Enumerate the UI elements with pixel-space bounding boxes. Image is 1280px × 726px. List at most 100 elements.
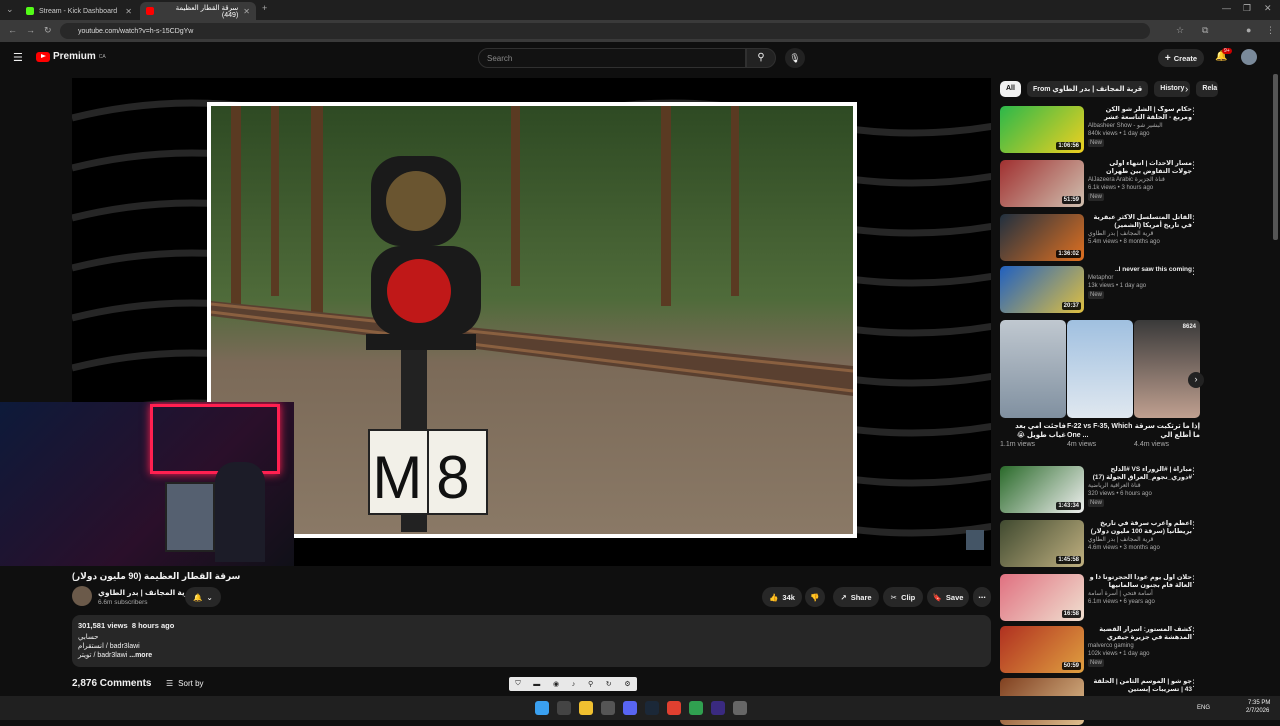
more-icon[interactable]: ⋮ <box>1189 160 1198 171</box>
recommendation-item[interactable]: 1:43:34 مباراة | #الزوراء VS #الدلح #دوري… <box>1000 466 1200 514</box>
recommendation-item[interactable]: 51:59 مسار الأحداث | انتهاء أولى جولات ال… <box>1000 160 1200 208</box>
recommendation-item[interactable]: 1:06:56 حكام سوگ | الشلر شو الكن ومربع - … <box>1000 106 1200 154</box>
camera-icon[interactable]: ◉ <box>553 680 559 688</box>
pin-icon[interactable]: ⚲ <box>588 680 593 688</box>
share-button[interactable]: ↗ Share <box>833 587 879 607</box>
short-thumbnail[interactable] <box>1000 320 1066 418</box>
recommendation-meta: 6.1m views • 6 years ago <box>1088 599 1155 605</box>
create-button[interactable]: + Create <box>1158 49 1204 67</box>
new-tab-icon[interactable]: + <box>262 3 267 13</box>
audio-icon[interactable]: ♪ <box>572 681 576 688</box>
video-thumbnail[interactable]: 51:59 <box>1000 160 1084 207</box>
search-icon[interactable] <box>557 701 571 715</box>
menu-icon[interactable]: ⋮ <box>1266 25 1275 36</box>
channel-name[interactable]: قرية المجانف | بدر الطاوي <box>98 588 194 597</box>
extensions-icon[interactable]: ⧉ <box>1202 25 1208 36</box>
back-icon[interactable]: ← <box>8 25 17 35</box>
start-icon[interactable] <box>535 701 549 715</box>
channel-avatar[interactable] <box>72 586 92 606</box>
store-icon[interactable] <box>601 701 615 715</box>
avatar[interactable] <box>1241 49 1257 65</box>
more-icon[interactable]: ⋮ <box>1189 678 1198 689</box>
video-thumbnail[interactable]: 1:06:56 <box>1000 106 1084 153</box>
reload-icon[interactable]: ↻ <box>44 25 52 36</box>
search-button[interactable]: ⚲ <box>746 48 776 68</box>
short-thumbnail[interactable] <box>1067 320 1133 418</box>
recommendation-item[interactable]: 1:45:58 أعظم وأغرب سرقة في تاريخ بريطانيا… <box>1000 520 1200 568</box>
tab-youtube[interactable]: سرقة القطار العظيمة (449) ✕ <box>140 2 256 20</box>
sort-button[interactable]: ☰ Sort by <box>166 679 204 688</box>
close-icon[interactable]: ✕ <box>243 7 250 16</box>
more-actions-button[interactable]: ⋯ <box>973 587 991 607</box>
more-icon[interactable]: ⋮ <box>1189 266 1198 277</box>
youtube-logo[interactable]: Premium CA <box>36 51 106 62</box>
video-thumbnail[interactable]: 16:58 <box>1000 574 1084 621</box>
recommendation-item[interactable]: 16:58 حلان أول يوم عودا الحجرتونا ذا و ال… <box>1000 574 1200 622</box>
short-thumbnail[interactable]: 8624 <box>1134 320 1200 418</box>
tab-kick[interactable]: Stream - Kick Dashboard ✕ <box>20 2 138 20</box>
clock-time[interactable]: 7:35 PM <box>1248 700 1270 706</box>
like-button[interactable]: 👍 34k <box>762 587 802 607</box>
shield-icon[interactable]: ⛉ <box>515 680 520 688</box>
close-icon[interactable]: ✕ <box>125 7 132 16</box>
refresh-icon[interactable]: ↻ <box>606 680 612 688</box>
more-icon[interactable]: ⋮ <box>1189 466 1198 477</box>
video-thumbnail[interactable]: 1:45:58 <box>1000 520 1084 567</box>
settings-icon[interactable]: ⚙ <box>624 680 630 688</box>
scrollbar[interactable] <box>1273 74 1278 240</box>
subscribe-bell-button[interactable]: 🔔 ⌄ <box>185 587 221 607</box>
profile-icon[interactable]: ● <box>1246 25 1251 35</box>
description-box[interactable]: 301,581 views 8 hours ago حسابي انستقرام… <box>72 615 991 667</box>
sort-icon: ☰ <box>166 679 174 688</box>
maximize-icon[interactable]: ❐ <box>1243 3 1251 14</box>
more-icon[interactable]: ⋮ <box>1189 574 1198 585</box>
recommendation-item[interactable]: 1:36:02 القاتل المتسلسل الأكثر عبقرية في … <box>1000 214 1200 262</box>
clip-button[interactable]: ✂ Clip <box>883 587 923 607</box>
language-indicator[interactable]: ENG <box>1197 705 1210 711</box>
recommendation-item[interactable]: 50:59 كشف المستور: أسرار القضية المدهشة ف… <box>1000 626 1200 674</box>
more-icon[interactable]: ⋮ <box>1189 520 1198 531</box>
video-thumbnail[interactable]: 50:59 <box>1000 626 1084 673</box>
save-button[interactable]: 🔖 Save <box>927 587 969 607</box>
chrome-icon[interactable] <box>667 701 681 715</box>
chevron-right-icon[interactable]: › <box>1185 84 1188 95</box>
window-close-icon[interactable]: ✕ <box>1264 3 1272 14</box>
chip-from-channel[interactable]: From قرية المجانف | بدر الطاوي <box>1026 81 1149 97</box>
channel-subs: 6.6m subscribers <box>98 599 148 606</box>
recommendation-title: مسار الأحداث | انتهاء أولى جولات التفاوض… <box>1106 160 1192 175</box>
video-thumbnail[interactable]: 1:36:02 <box>1000 214 1084 261</box>
voice-search-button[interactable]: 🎙 <box>785 48 805 68</box>
chip-all[interactable]: All <box>1000 81 1021 97</box>
app-icon[interactable] <box>733 701 747 715</box>
chrome-icon[interactable] <box>689 701 703 715</box>
tab-list-icon[interactable]: ⌄ <box>6 4 14 15</box>
forward-icon[interactable]: → <box>26 25 35 35</box>
dislike-button[interactable]: 👎 <box>805 587 825 607</box>
recommendation-info: مسار الأحداث | انتهاء أولى جولات التفاوض… <box>1088 160 1192 201</box>
video-thumbnail[interactable]: 20:37 <box>1000 266 1084 313</box>
star-icon[interactable]: ☆ <box>1176 25 1184 36</box>
more-icon[interactable]: ⋮ <box>1189 626 1198 637</box>
recommendation-item[interactable]: 20:37 I never saw this coming.. Metaphor 13… <box>1000 266 1200 314</box>
shelf-next-icon[interactable]: › <box>1188 372 1204 388</box>
obs-icon[interactable] <box>711 701 725 715</box>
more-icon[interactable]: ⋮ <box>1189 214 1198 225</box>
view-count: 301,581 views <box>78 621 128 630</box>
chip-related[interactable]: Rela <box>1196 81 1219 97</box>
share-label: Share <box>850 592 872 602</box>
hamburger-icon[interactable]: ☰ <box>13 51 23 64</box>
search-input[interactable]: Search <box>478 48 746 68</box>
file-explorer-icon[interactable] <box>579 701 593 715</box>
video-thumbnail[interactable]: 1:43:34 <box>1000 466 1084 513</box>
description-line: تويتر / badr3lawi <box>78 652 128 659</box>
folder-icon[interactable]: ▬ <box>533 681 540 688</box>
more-icon[interactable]: ⋮ <box>1189 106 1198 117</box>
clock-date[interactable]: 2/7/2026 <box>1246 708 1269 714</box>
channel-watermark[interactable] <box>966 530 984 550</box>
steam-icon[interactable] <box>645 701 659 715</box>
duration-badge: 1:45:58 <box>1056 556 1081 564</box>
minimize-icon[interactable]: — <box>1222 3 1231 13</box>
url-field[interactable]: youtube.com/watch?v=h-s-15CDgYw <box>60 23 1150 39</box>
discord-icon[interactable] <box>623 701 637 715</box>
more-link[interactable]: ...more <box>129 652 152 659</box>
